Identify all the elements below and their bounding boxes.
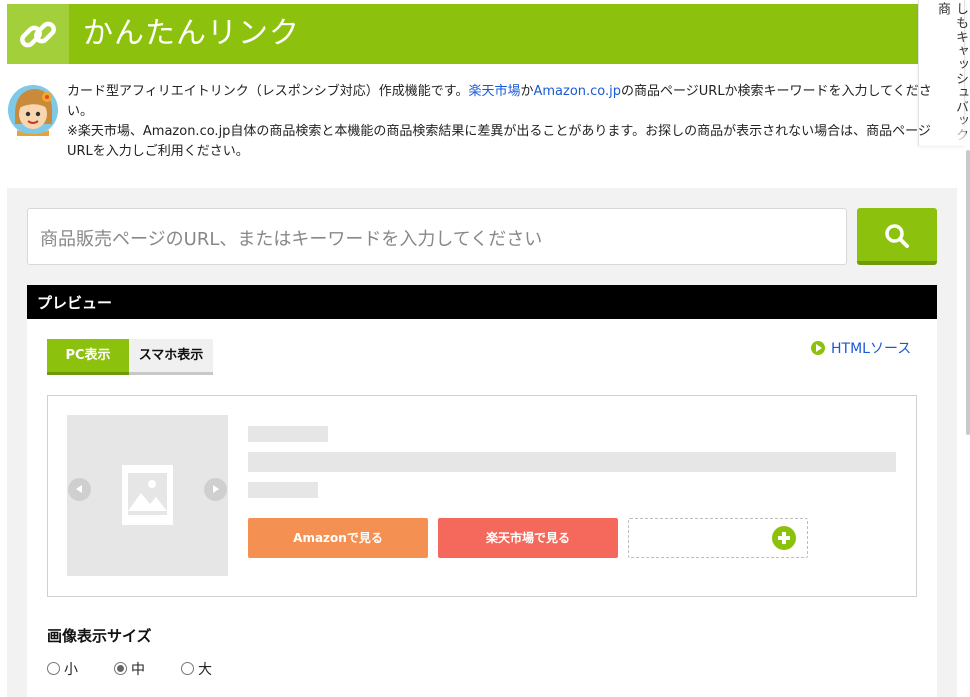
tab-pc-view[interactable]: PC表示 — [47, 339, 129, 375]
amazon-view-button[interactable]: Amazonで見る — [248, 518, 428, 558]
preview-header: プレビュー — [27, 285, 937, 319]
page-title: かんたんリンク — [83, 16, 300, 51]
link-icon — [20, 21, 56, 48]
skeleton-line-title — [248, 452, 896, 472]
description-note: ※楽天市場、Amazon.co.jp自体の商品検索と本機能の商品検索結果に差異が… — [67, 124, 931, 159]
description-line1-before: カード型アフィリエイトリンク（レスポンシブ対応）作成機能です。 — [67, 84, 469, 99]
size-radio-large[interactable]: 大 — [181, 662, 212, 678]
plus-circle-icon — [772, 526, 796, 550]
skeleton-line-price — [248, 482, 318, 498]
size-radio-medium[interactable]: 中 — [114, 662, 145, 678]
tab-smartphone-view[interactable]: スマホ表示 — [129, 339, 213, 375]
radio-circle — [47, 662, 60, 675]
amazon-link[interactable]: Amazon.co.jp — [533, 84, 621, 99]
play-icon — [811, 341, 825, 355]
description-connector: か — [520, 84, 534, 99]
page-scrollbar[interactable] — [966, 150, 970, 435]
html-source-link[interactable]: HTMLソース — [811, 340, 911, 358]
size-label-small: 小 — [64, 662, 78, 678]
search-icon — [885, 224, 909, 248]
skeleton-line-short — [248, 426, 328, 442]
rakuten-view-button[interactable]: 楽天市場で見る — [438, 518, 618, 558]
search-button[interactable] — [857, 208, 937, 265]
add-link-button[interactable] — [628, 518, 808, 558]
prev-image-arrow-icon[interactable] — [68, 478, 91, 501]
rakuten-link[interactable]: 楽天市場 — [468, 84, 520, 99]
image-size-heading: 画像表示サイズ — [47, 627, 152, 645]
html-source-label: HTMLソース — [831, 341, 912, 357]
preview-title: プレビュー — [37, 294, 113, 312]
header-icon-box — [7, 4, 69, 64]
page-header: かんたんリンク — [7, 4, 957, 64]
next-image-arrow-icon[interactable] — [204, 478, 227, 501]
description: カード型アフィリエイトリンク（レスポンシブ対応）作成機能です。楽天市場かAmaz… — [67, 82, 947, 162]
product-image-placeholder — [67, 415, 228, 576]
size-label-medium: 中 — [131, 662, 145, 678]
size-label-large: 大 — [198, 662, 212, 678]
search-placeholder: 商品販売ページのURL、またはキーワードを入力してください — [40, 229, 543, 250]
radio-circle — [181, 662, 194, 675]
avatar — [8, 85, 58, 136]
search-input[interactable]: 商品販売ページのURL、またはキーワードを入力してください — [27, 208, 847, 265]
size-radio-small[interactable]: 小 — [47, 662, 78, 678]
image-icon — [122, 465, 173, 525]
radio-circle-checked — [114, 662, 127, 675]
